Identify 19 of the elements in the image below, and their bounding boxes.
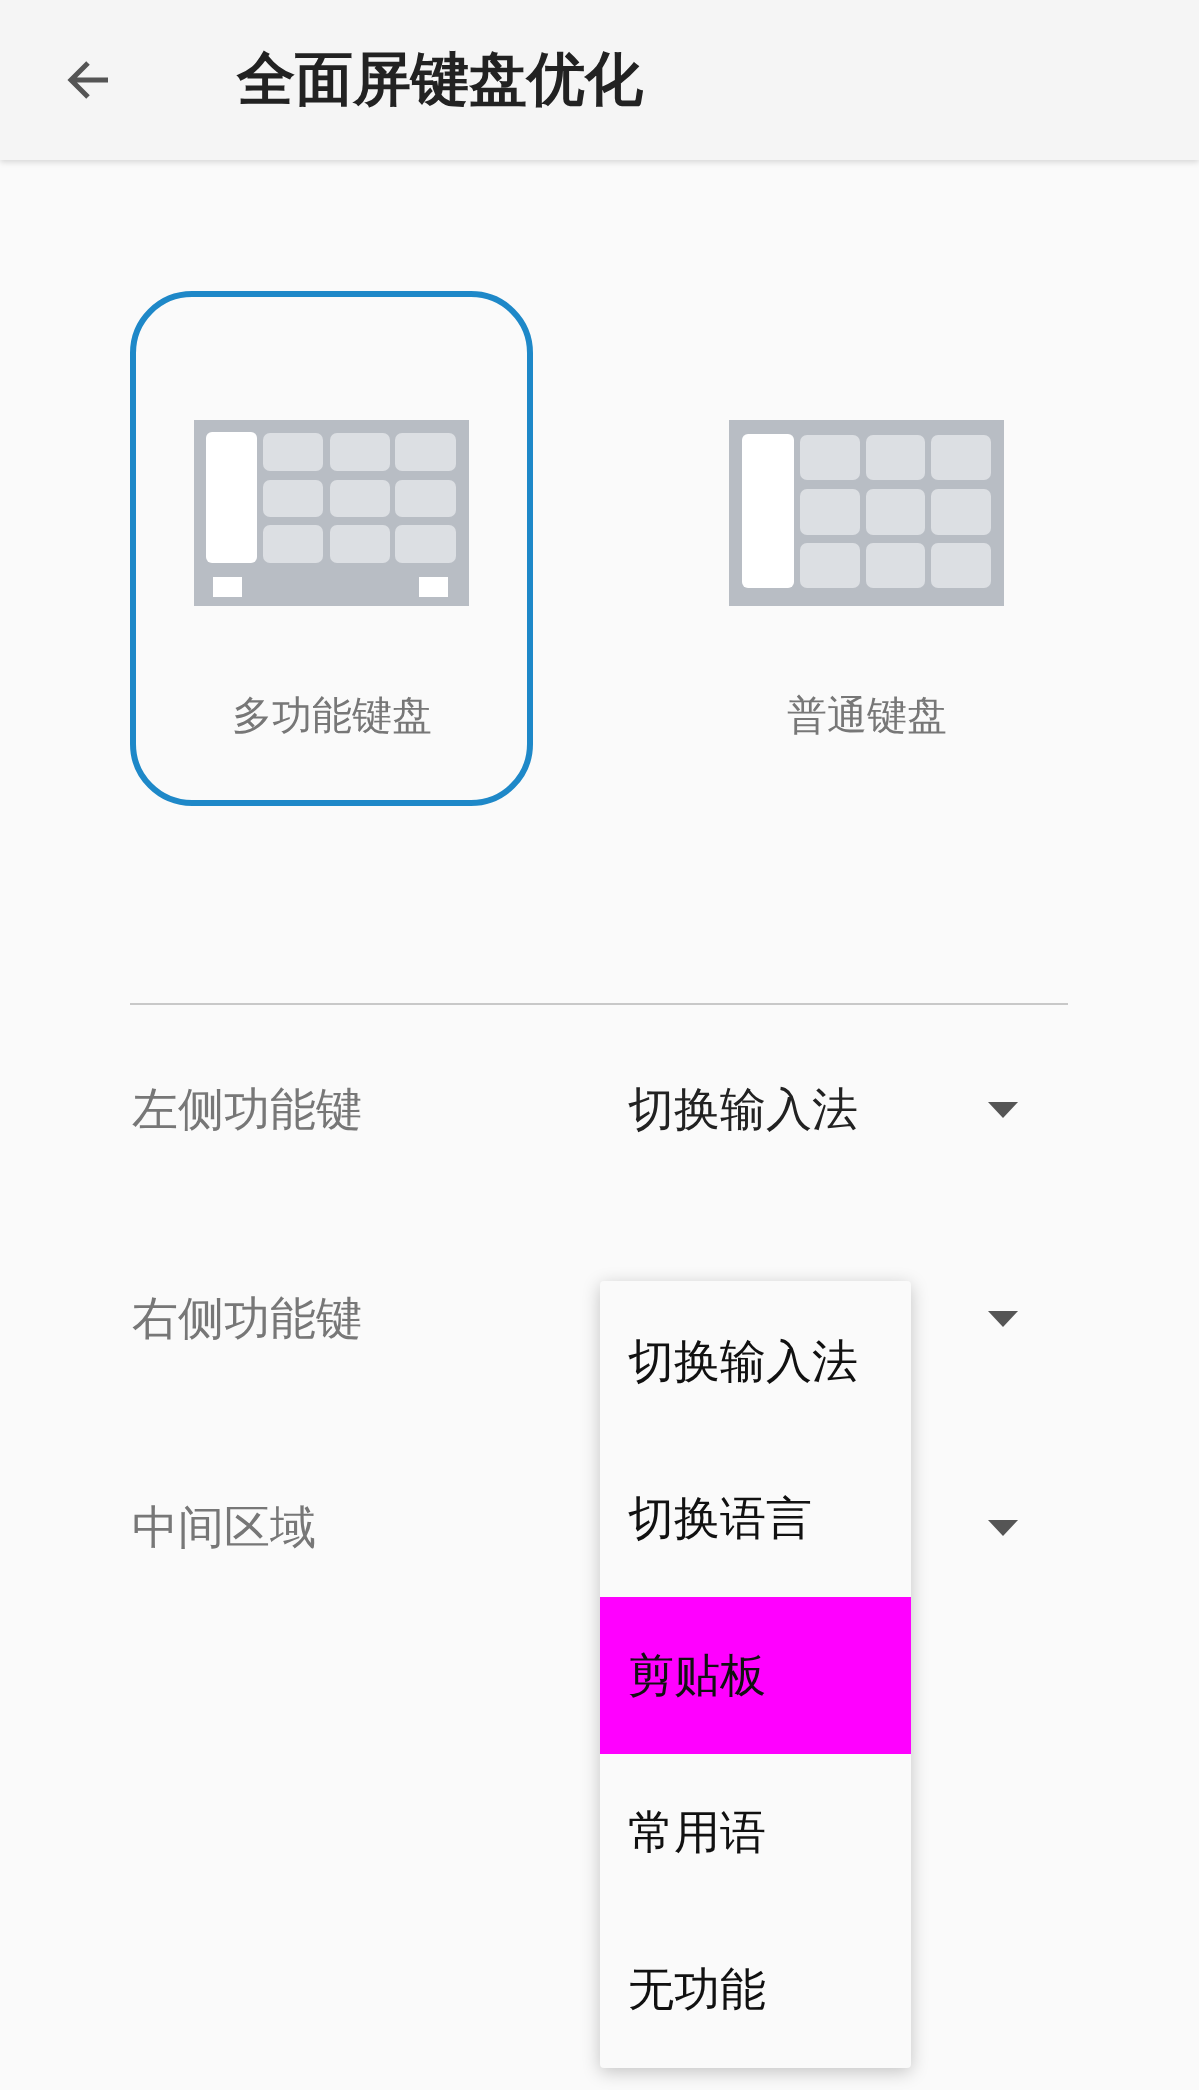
keyboard-icon (729, 420, 1004, 606)
setting-label: 右侧功能键 (132, 1289, 363, 1347)
option-label: 多功能键盘 (231, 691, 432, 740)
setting-value: 切换输入法 (628, 1080, 859, 1138)
menu-item[interactable]: 切换输入法 (600, 1283, 911, 1440)
menu-item[interactable]: 切换语言 (600, 1440, 911, 1597)
dropdown-arrow-icon[interactable] (988, 1310, 1018, 1327)
menu-item[interactable]: 剪贴板 (600, 1597, 911, 1754)
setting-label: 中间区域 (132, 1498, 317, 1556)
keyboard-icon (194, 420, 469, 606)
menu-item[interactable]: 无功能 (600, 1911, 911, 2068)
keyboard-option[interactable]: 多功能键盘 (130, 291, 533, 806)
dropdown-arrow-icon[interactable] (988, 1101, 1018, 1118)
menu-item[interactable]: 常用语 (600, 1754, 911, 1911)
option-label: 普通键盘 (786, 691, 947, 740)
setting-label: 左侧功能键 (132, 1080, 363, 1138)
keyboard-option[interactable]: 普通键盘 (665, 291, 1068, 806)
screen-title: 全面屏键盘优化 (237, 44, 643, 115)
dropdown-arrow-icon[interactable] (988, 1519, 1018, 1536)
